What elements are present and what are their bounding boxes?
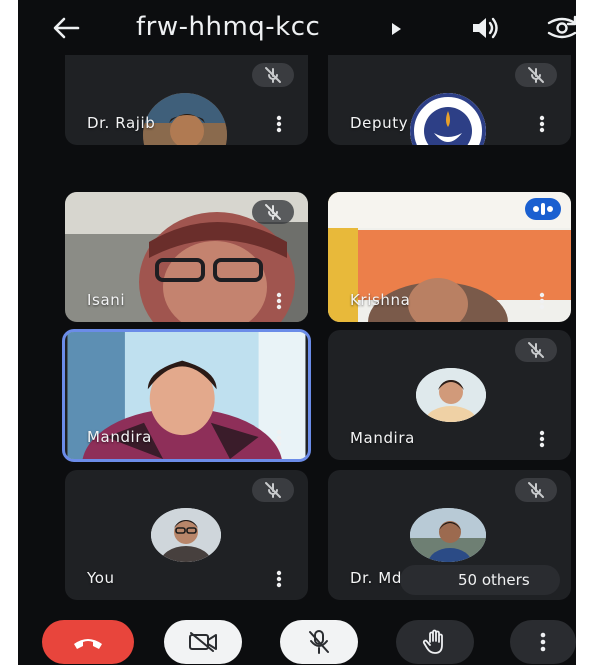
arrow-left-icon <box>53 17 80 39</box>
switch-camera-button[interactable] <box>545 13 576 43</box>
audio-output-button[interactable] <box>470 13 502 43</box>
more-vertical-icon[interactable] <box>539 115 545 133</box>
more-vertical-icon[interactable] <box>276 292 282 310</box>
participant-name: Krishna <box>350 291 411 309</box>
caret-right-icon[interactable] <box>390 21 402 35</box>
raise-hand-icon <box>422 629 443 654</box>
participant-name: You <box>87 569 115 587</box>
mic-off-icon <box>515 338 557 362</box>
participant-tile[interactable]: Krishna <box>328 192 571 322</box>
meeting-code[interactable]: frw-hhmq-kcc <box>136 12 320 42</box>
participant-tile[interactable]: Isani <box>65 192 308 322</box>
avatar <box>151 508 221 562</box>
participant-name: Mandira <box>350 429 415 447</box>
participant-tile[interactable]: Mandira <box>328 330 571 460</box>
participant-name: Dr. Rajib <box>87 114 156 132</box>
avatar <box>143 93 227 145</box>
mic-off-icon <box>515 63 557 87</box>
participant-tile[interactable]: Dr. Rajib <box>65 55 308 145</box>
more-vertical-icon[interactable] <box>276 570 282 588</box>
speaker-icon <box>473 17 498 39</box>
more-vertical-icon[interactable] <box>539 292 545 310</box>
more-vertical-icon[interactable] <box>276 115 282 133</box>
participant-tile[interactable]: Deputy <box>328 55 571 145</box>
participant-name: Isani <box>87 291 126 309</box>
camera-toggle-button[interactable] <box>164 620 242 664</box>
mic-toggle-button[interactable] <box>280 620 358 664</box>
mic-off-icon <box>252 478 294 502</box>
speaking-indicator-icon <box>525 198 561 220</box>
more-vertical-icon <box>540 632 546 652</box>
camera-off-icon <box>189 632 217 652</box>
others-count-chip[interactable]: 50 others <box>400 565 560 595</box>
avatar <box>410 93 486 145</box>
participant-tile[interactable]: Mandira <box>62 329 311 462</box>
end-call-button[interactable] <box>42 620 134 664</box>
mic-off-icon <box>515 478 557 502</box>
back-button[interactable] <box>48 10 84 46</box>
more-vertical-icon[interactable] <box>276 429 282 447</box>
participant-tile[interactable]: You <box>65 470 308 600</box>
more-vertical-icon[interactable] <box>539 430 545 448</box>
mic-off-icon <box>309 630 329 654</box>
participant-name: Mandira <box>87 428 152 446</box>
hangup-icon <box>74 639 102 649</box>
participant-name: Deputy <box>350 114 409 132</box>
meet-call-screen: frw-hhmq-kcc Dr. Rajib Deputy Isani Kris… <box>18 0 576 665</box>
camera-switch-icon <box>547 15 576 39</box>
avatar <box>416 368 486 422</box>
top-bar: frw-hhmq-kcc <box>18 0 576 55</box>
more-options-button[interactable] <box>510 620 576 664</box>
raise-hand-button[interactable] <box>396 620 474 664</box>
avatar <box>410 508 486 562</box>
mic-off-icon <box>252 200 294 224</box>
mic-off-icon <box>252 63 294 87</box>
